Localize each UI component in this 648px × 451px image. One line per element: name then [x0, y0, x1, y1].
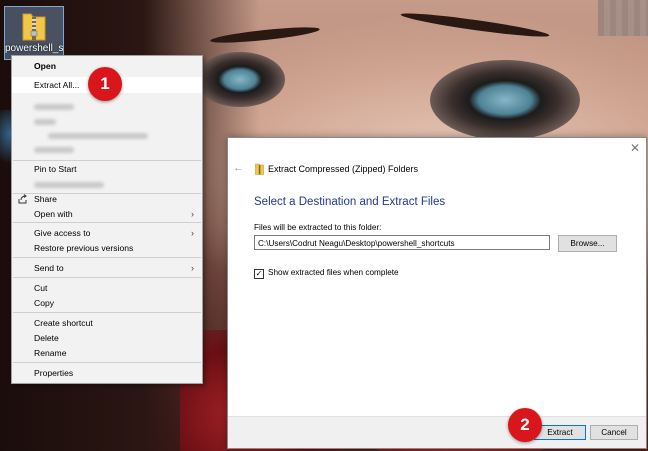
submenu-arrow-icon: ›: [191, 263, 194, 273]
menu-item-label: Give access to: [34, 228, 91, 238]
zip-folder-icon: [255, 163, 264, 175]
menu-separator: [13, 277, 201, 278]
menu-separator: [13, 257, 201, 258]
menu-item-label: Cut: [34, 283, 48, 293]
menu-item-label: Copy: [34, 298, 55, 308]
menu-item-label: Create shortcut: [34, 318, 93, 328]
step-1-callout: 1: [88, 67, 122, 101]
dialog-title: Extract Compressed (Zipped) Folders: [268, 164, 419, 174]
menu-separator: [13, 312, 201, 313]
dialog-footer: Extract Cancel: [228, 416, 646, 448]
share-icon: [18, 194, 27, 204]
blurred-menu-item: [34, 147, 74, 153]
destination-path-input[interactable]: C:\Users\Codrut Neagu\Desktop\powershell…: [254, 235, 550, 250]
menu-item-pin-to-start[interactable]: Pin to Start: [12, 161, 202, 177]
show-files-label: Show extracted files when complete: [268, 268, 399, 277]
wallpaper-right-eye: [430, 60, 580, 140]
menu-item-delete[interactable]: Delete: [12, 330, 202, 346]
blurred-menu-item: [48, 133, 148, 139]
browse-button[interactable]: Browse...: [558, 235, 617, 252]
show-files-checkbox[interactable]: ✓: [254, 269, 264, 279]
menu-item-label: Open: [34, 61, 56, 71]
menu-item-label: Send to: [34, 263, 64, 273]
menu-item-label: Pin to Start: [34, 164, 77, 174]
menu-item-label: Restore previous versions: [34, 243, 134, 253]
menu-item-restore-previous-versions[interactable]: Restore previous versions: [12, 240, 202, 256]
menu-item-copy[interactable]: Copy: [12, 295, 202, 311]
menu-item-share[interactable]: Share: [12, 191, 202, 207]
menu-item-label: Delete: [34, 333, 59, 343]
submenu-arrow-icon: ›: [191, 209, 194, 219]
wallpaper-corner: [598, 0, 648, 36]
close-icon[interactable]: ✕: [630, 141, 640, 155]
menu-item-send-to[interactable]: Send to ›: [12, 260, 202, 276]
menu-separator: [13, 362, 201, 363]
menu-item-label: Share: [34, 194, 57, 204]
step-2-callout: 2: [508, 408, 542, 442]
desktop-icon-label: powershell_s: [5, 43, 63, 54]
menu-item-open-with[interactable]: Open with ›: [12, 206, 202, 222]
destination-label: Files will be extracted to this folder:: [254, 223, 382, 232]
extract-dialog: ✕ ← Extract Compressed (Zipped) Folders …: [227, 137, 647, 449]
wallpaper-left-eye: [195, 52, 285, 107]
menu-item-cut[interactable]: Cut: [12, 280, 202, 296]
wallpaper-right-brow: [400, 9, 550, 41]
back-arrow-icon[interactable]: ←: [233, 162, 244, 174]
dialog-heading: Select a Destination and Extract Files: [254, 196, 446, 208]
blurred-menu-item: [34, 182, 104, 188]
submenu-arrow-icon: ›: [191, 228, 194, 238]
menu-item-give-access-to[interactable]: Give access to ›: [12, 225, 202, 241]
cancel-button[interactable]: Cancel: [590, 425, 638, 440]
zip-folder-icon: [22, 13, 46, 41]
menu-separator: [13, 222, 201, 223]
menu-item-label: Rename: [34, 348, 67, 358]
menu-item-rename[interactable]: Rename: [12, 345, 202, 361]
menu-item-label: Extract All...: [34, 80, 80, 90]
blurred-menu-item: [34, 119, 56, 125]
menu-item-label: Open with: [34, 209, 73, 219]
blurred-menu-item: [34, 104, 74, 110]
desktop-zip-file-icon[interactable]: powershell_s: [4, 6, 64, 60]
menu-item-label: Properties: [34, 368, 74, 378]
context-menu: Open Extract All... Pin to Start Share O…: [11, 55, 203, 384]
menu-item-properties[interactable]: Properties: [12, 365, 202, 381]
menu-item-create-shortcut[interactable]: Create shortcut: [12, 315, 202, 331]
